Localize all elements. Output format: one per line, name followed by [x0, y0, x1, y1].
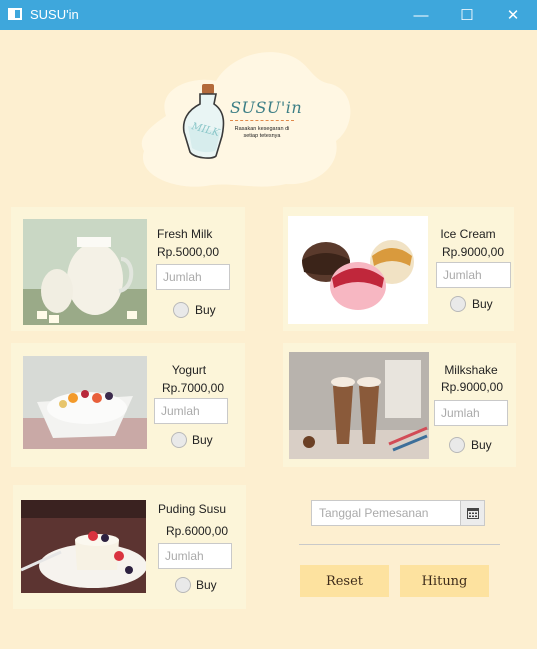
buy-radio[interactable] — [449, 437, 465, 453]
product-card-milkshake: Milkshake Rp.9000,00 Buy — [283, 343, 516, 467]
close-button[interactable]: ✕ — [490, 0, 536, 30]
product-name: Ice Cream — [440, 227, 496, 241]
order-date-field[interactable] — [311, 500, 461, 526]
product-card-puding-susu: Puding Susu Rp.6000,00 Buy — [13, 485, 246, 609]
calculate-button[interactable]: Hitung — [400, 565, 489, 597]
product-card-ice-cream: Ice Cream Rp.9000,00 Buy — [283, 207, 514, 331]
separator — [299, 544, 500, 545]
quantity-input[interactable] — [436, 262, 511, 288]
logo: MILK SUSU'in Rasakan kesegaran di setiap… — [136, 46, 356, 194]
quantity-input[interactable] — [154, 398, 228, 424]
product-name: Yogurt — [171, 363, 207, 377]
quantity-input[interactable] — [434, 400, 508, 426]
reset-button[interactable]: Reset — [300, 565, 389, 597]
buy-radio[interactable] — [171, 432, 187, 448]
product-name: Fresh Milk — [157, 227, 213, 241]
calendar-icon — [466, 507, 479, 519]
logo-wordmark: SUSU'in — [230, 98, 303, 117]
product-price: Rp.5000,00 — [156, 245, 220, 259]
quantity-input[interactable] — [156, 264, 230, 290]
title-bar: SUSU'in — ☐ ✕ — [0, 0, 537, 30]
product-price: Rp.7000,00 — [161, 381, 225, 395]
buy-label: Buy — [195, 303, 216, 317]
buy-radio[interactable] — [173, 302, 189, 318]
buy-radio[interactable] — [450, 296, 466, 312]
product-name: Milkshake — [444, 363, 498, 377]
milkshake-photo — [289, 352, 429, 459]
puding-susu-photo — [21, 500, 146, 593]
product-card-fresh-milk: Fresh Milk Rp.5000,00 Buy — [11, 207, 245, 331]
app-icon — [8, 8, 22, 20]
fresh-milk-photo — [23, 219, 147, 325]
buy-label: Buy — [471, 438, 492, 452]
buy-label: Buy — [472, 297, 493, 311]
buy-radio[interactable] — [175, 577, 191, 593]
logo-divider — [230, 120, 294, 121]
product-price: Rp.9000,00 — [441, 245, 505, 259]
buy-label: Buy — [196, 578, 217, 592]
logo-tagline: Rasakan kesegaran di setiap tetesnya — [234, 126, 290, 139]
buy-label: Buy — [192, 433, 213, 447]
minimize-button[interactable]: — — [398, 0, 444, 30]
window-title: SUSU'in — [30, 7, 79, 22]
product-price: Rp.9000,00 — [440, 380, 504, 394]
product-card-yogurt: Yogurt Rp.7000,00 Buy — [11, 343, 245, 467]
product-price: Rp.6000,00 — [165, 524, 229, 538]
calendar-button[interactable] — [460, 500, 485, 526]
maximize-button[interactable]: ☐ — [444, 0, 490, 30]
quantity-input[interactable] — [158, 543, 232, 569]
product-name: Puding Susu — [157, 502, 227, 516]
ice-cream-photo — [288, 216, 428, 324]
yogurt-photo — [23, 356, 147, 449]
